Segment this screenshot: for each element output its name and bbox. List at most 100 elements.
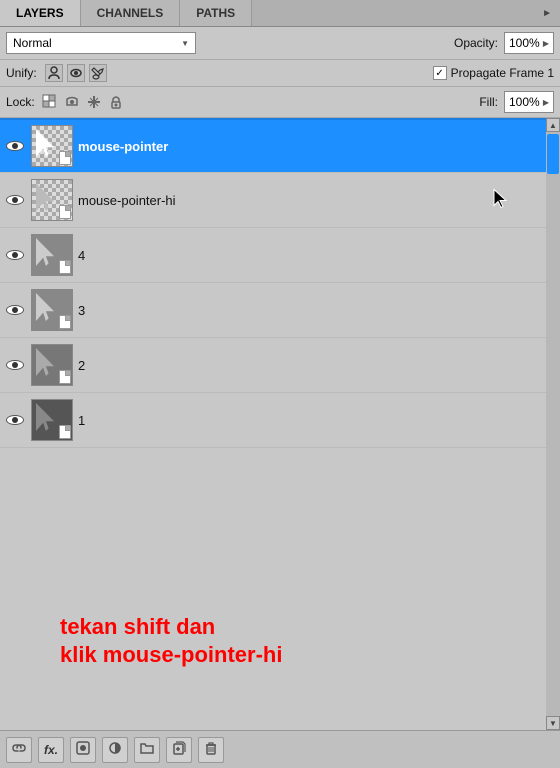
trash-icon [204,741,218,758]
lock-label: Lock: [6,95,35,109]
layer-item[interactable]: 1 [0,393,560,448]
opacity-input[interactable]: 100% ▶ [504,32,554,54]
layer-item[interactable]: 4 [0,228,560,283]
eye-icon [6,415,24,425]
page-link-icon [59,315,71,329]
fill-arrow: ▶ [543,98,549,107]
fx-button[interactable]: fx. [38,737,64,763]
eye-icon [6,360,24,370]
layer-item[interactable]: 3 [0,283,560,338]
cursor-indicator [492,188,510,213]
layer-name: 1 [78,413,556,428]
layer-visibility-toggle[interactable] [4,189,26,211]
layer-thumbnail [31,179,73,221]
layer-thumbnail [31,399,73,441]
layer-item[interactable]: mouse-pointer-hi [0,173,560,228]
layer-visibility-toggle[interactable] [4,244,26,266]
link-icon [12,741,26,758]
propagate-checkmark: ✓ [435,68,443,79]
tab-bar: LAYERS CHANNELS PATHS ► [0,0,560,27]
thumbnail-preview [36,293,54,321]
folder-icon [140,741,154,758]
scroll-down-button[interactable]: ▼ [546,716,560,730]
layer-thumbnail [31,289,73,331]
opacity-arrow: ▶ [543,39,549,48]
page-link-icon [59,205,71,219]
add-mask-button[interactable] [70,737,96,763]
instruction-overlay: tekan shift dan klik mouse-pointer-hi [60,613,282,670]
adjustment-icon [108,741,122,758]
new-layer-icon [172,741,186,758]
fill-label: Fill: [479,95,498,109]
scroll-track: ▲ ▼ [546,118,560,730]
unify-label: Unify: [6,66,37,80]
unify-person-icon[interactable] [45,64,63,82]
unify-brush-icon[interactable] [89,64,107,82]
opacity-label: Opacity: [454,36,498,50]
layer-item[interactable]: 2 [0,338,560,393]
layer-thumbnail [31,344,73,386]
lock-image-icon[interactable] [63,93,81,111]
fill-input[interactable]: 100% ▶ [504,91,554,113]
page-link-icon [59,370,71,384]
opacity-value: 100% [509,36,540,50]
thumbnail-preview [36,403,54,431]
layer-name: 4 [78,248,556,263]
blend-mode-row: Normal ▼ Opacity: 100% ▶ [0,27,560,60]
eye-icon [6,141,24,151]
propagate-checkbox[interactable]: ✓ [433,66,447,80]
new-layer-button[interactable] [166,737,192,763]
layer-item[interactable]: mouse-pointer [0,118,560,173]
unify-row: Unify: ✓ Propagate Frame 1 [0,60,560,87]
blend-mode-value: Normal [13,36,52,50]
blend-mode-select[interactable]: Normal ▼ [6,32,196,54]
page-link-icon [59,425,71,439]
eye-icon [6,250,24,260]
thumbnail-preview [36,348,54,376]
propagate-label: Propagate Frame 1 [451,66,554,80]
adjustment-button[interactable] [102,737,128,763]
layer-name: 2 [78,358,556,373]
instruction-line2: klik mouse-pointer-hi [60,641,282,670]
unify-eye-icon[interactable] [67,64,85,82]
layer-name: mouse-pointer-hi [78,193,556,208]
page-link-icon [59,151,71,165]
layer-visibility-toggle[interactable] [4,299,26,321]
layer-thumbnail [31,125,73,167]
layers-list: mouse-pointer mouse-pointer-hi [0,118,560,730]
blend-mode-arrow: ▼ [181,39,189,48]
lock-row: Lock: [0,87,560,118]
layer-visibility-toggle[interactable] [4,135,26,157]
page-link-icon [59,260,71,274]
scroll-thumb[interactable] [547,134,559,174]
tab-layers[interactable]: LAYERS [0,0,81,26]
layers-panel: LAYERS CHANNELS PATHS ► Normal ▼ Opacity… [0,0,560,768]
instruction-line1: tekan shift dan [60,613,282,642]
thumbnail-preview [36,129,54,157]
fx-label: fx. [44,743,58,757]
propagate-area: ✓ Propagate Frame 1 [433,66,554,80]
layer-name: 3 [78,303,556,318]
fill-area: Fill: 100% ▶ [479,91,554,113]
lock-transparency-icon[interactable] [41,93,59,111]
link-layers-button[interactable] [6,737,32,763]
lock-position-icon[interactable] [85,93,103,111]
new-group-button[interactable] [134,737,160,763]
tab-channels[interactable]: CHANNELS [81,0,181,26]
layer-name: mouse-pointer [78,139,556,154]
tab-paths[interactable]: PATHS [180,0,252,26]
lock-all-icon[interactable] [107,93,125,111]
layer-thumbnail [31,234,73,276]
scroll-up-button[interactable]: ▲ [546,118,560,132]
mask-icon [76,741,90,758]
fill-value: 100% [509,95,540,109]
layer-visibility-toggle[interactable] [4,409,26,431]
panel-menu-arrow[interactable]: ► [534,0,560,26]
delete-layer-button[interactable] [198,737,224,763]
bottom-toolbar: fx. [0,730,560,768]
eye-icon [6,305,24,315]
thumbnail-preview [36,183,54,211]
layer-visibility-toggle[interactable] [4,354,26,376]
eye-icon [6,195,24,205]
thumbnail-preview [36,238,54,266]
